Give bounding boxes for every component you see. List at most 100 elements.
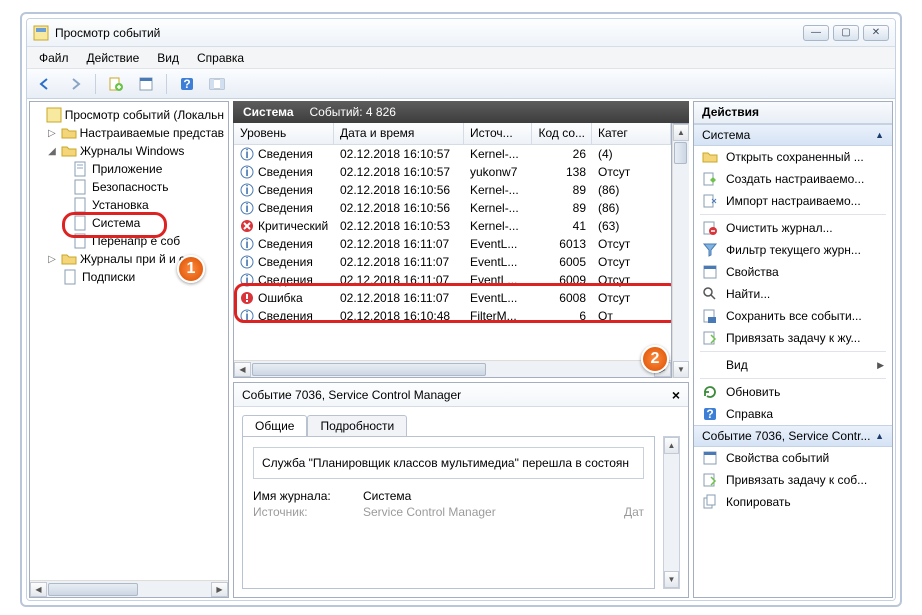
detail-scroll-down[interactable]: ▼ (664, 571, 679, 588)
svg-text:?: ? (183, 77, 190, 91)
tab-details[interactable]: Подробности (307, 415, 407, 436)
action-item[interactable]: Обновить (694, 381, 892, 403)
action-icon (702, 472, 718, 488)
tree-scrollbar[interactable] (47, 582, 211, 597)
level-icon: i (240, 309, 254, 323)
action-item[interactable]: Фильтр текущего журн... (694, 239, 892, 261)
close-button[interactable]: ✕ (863, 25, 889, 41)
level-icon: i (240, 183, 254, 197)
action-icon (702, 264, 718, 280)
col-datetime[interactable]: Дата и время (334, 123, 464, 144)
table-row[interactable]: iСведения02.12.2018 16:10:57yukonw7138От… (234, 163, 671, 181)
tree-setup[interactable]: Установка (32, 196, 226, 214)
action-item[interactable]: Сохранить все событи... (694, 305, 892, 327)
level-icon: i (240, 201, 254, 215)
tree-app-services[interactable]: ▷Журналы при й и сл (32, 250, 226, 268)
tree-scroll-left[interactable]: ◀ (30, 582, 47, 597)
action-item[interactable]: Привязать задачу к соб... (694, 469, 892, 491)
action-item[interactable]: Привязать задачу к жу... (694, 327, 892, 349)
action-icon (702, 357, 718, 373)
action-item[interactable]: ?Справка (694, 403, 892, 425)
titlebar: Просмотр событий — ▢ ✕ (27, 19, 895, 47)
tree-application[interactable]: Приложение (32, 160, 226, 178)
svg-text:i: i (245, 255, 248, 269)
svg-text:i: i (245, 309, 248, 323)
detail-close-icon[interactable]: × (672, 387, 680, 403)
level-icon (240, 219, 254, 233)
table-row[interactable]: Ошибка02.12.2018 16:11:07EventL...6008От… (234, 289, 671, 307)
menu-help[interactable]: Справка (189, 49, 252, 67)
tree-security[interactable]: Безопасность (32, 178, 226, 196)
list-vscrollbar[interactable] (673, 141, 689, 361)
tree-custom-views[interactable]: ▷Настраиваемые представ (32, 124, 226, 142)
tree-subscriptions[interactable]: Подписки (32, 268, 226, 286)
tree-scroll-right[interactable]: ▶ (211, 582, 228, 597)
toolbar-properties-icon[interactable] (134, 73, 158, 95)
detail-vscrollbar[interactable] (664, 454, 679, 571)
col-category[interactable]: Катег (592, 123, 671, 144)
tree-forwarded[interactable]: Перенапр е соб (32, 232, 226, 250)
toolbar-action-icon[interactable] (104, 73, 128, 95)
tree-panel: Просмотр событий (Локальн ▷Настраиваемые… (29, 101, 229, 598)
action-icon (702, 286, 718, 302)
action-item[interactable]: Очистить журнал... (694, 217, 892, 239)
tree-root[interactable]: Просмотр событий (Локальн (32, 106, 226, 124)
action-item[interactable]: Импорт настраиваемо... (694, 190, 892, 212)
table-row[interactable]: iСведения02.12.2018 16:10:48FilterM...6О… (234, 307, 671, 325)
action-item[interactable]: Найти... (694, 283, 892, 305)
maximize-button[interactable]: ▢ (833, 25, 859, 41)
toolbar-pane-icon[interactable] (205, 73, 229, 95)
action-item[interactable]: Копировать (694, 491, 892, 513)
table-row[interactable]: iСведения02.12.2018 16:11:07EventL...600… (234, 253, 671, 271)
table-row[interactable]: iСведения02.12.2018 16:10:57Kernel-...26… (234, 145, 671, 163)
list-scroll-up[interactable]: ▲ (673, 124, 689, 141)
col-code[interactable]: Код со... (532, 123, 592, 144)
tree-system[interactable]: Система (32, 214, 226, 232)
action-icon (702, 330, 718, 346)
action-icon (702, 193, 718, 209)
list-count: Событий: 4 826 (310, 105, 396, 119)
back-button[interactable] (33, 73, 57, 95)
level-icon: i (240, 273, 254, 287)
table-row[interactable]: iСведения02.12.2018 16:10:56Kernel-...89… (234, 181, 671, 199)
actions-section-system[interactable]: Система▲ (694, 124, 892, 146)
action-item[interactable]: Свойства событий (694, 447, 892, 469)
detail-scroll-up[interactable]: ▲ (664, 437, 679, 454)
menu-action[interactable]: Действие (79, 49, 148, 67)
action-item[interactable]: Свойства (694, 261, 892, 283)
level-icon (240, 291, 254, 305)
action-icon (702, 494, 718, 510)
level-icon: i (240, 165, 254, 179)
list-scroll-down[interactable]: ▼ (673, 361, 689, 378)
action-item[interactable]: Создать настраиваемо... (694, 168, 892, 190)
tab-general[interactable]: Общие (242, 415, 307, 436)
svg-text:?: ? (706, 407, 713, 421)
menubar: Файл Действие Вид Справка (27, 47, 895, 69)
action-item[interactable]: Вид▶ (694, 354, 892, 376)
list-hscrollbar[interactable] (251, 362, 654, 377)
table-row[interactable]: iСведения02.12.2018 16:11:07EventL...600… (234, 271, 671, 289)
table-row[interactable]: Критический02.12.2018 16:10:53Kernel-...… (234, 217, 671, 235)
col-level[interactable]: Уровень (234, 123, 334, 144)
list-title: Система (243, 105, 294, 119)
actions-section-event[interactable]: Событие 7036, Service Contr...▲ (694, 425, 892, 447)
tree-windows-logs[interactable]: ◢Журналы Windows (32, 142, 226, 160)
list-scroll-left[interactable]: ◀ (234, 362, 251, 377)
minimize-button[interactable]: — (803, 25, 829, 41)
action-item[interactable]: Открыть сохраненный ... (694, 146, 892, 168)
table-row[interactable]: iСведения02.12.2018 16:11:07EventL...601… (234, 235, 671, 253)
col-source[interactable]: Источ... (464, 123, 532, 144)
forward-button[interactable] (63, 73, 87, 95)
table-row[interactable]: iСведения02.12.2018 16:10:56Kernel-...89… (234, 199, 671, 217)
table-body: iСведения02.12.2018 16:10:57Kernel-...26… (234, 145, 671, 360)
svg-text:i: i (245, 201, 248, 215)
svg-text:i: i (245, 165, 248, 179)
list-scroll-right[interactable]: ▶ (654, 362, 671, 377)
menu-view[interactable]: Вид (149, 49, 187, 67)
svg-text:i: i (245, 183, 248, 197)
app-icon (33, 25, 49, 41)
toolbar-help-icon[interactable]: ? (175, 73, 199, 95)
menu-file[interactable]: Файл (31, 49, 77, 67)
action-icon (702, 220, 718, 236)
level-icon: i (240, 255, 254, 269)
